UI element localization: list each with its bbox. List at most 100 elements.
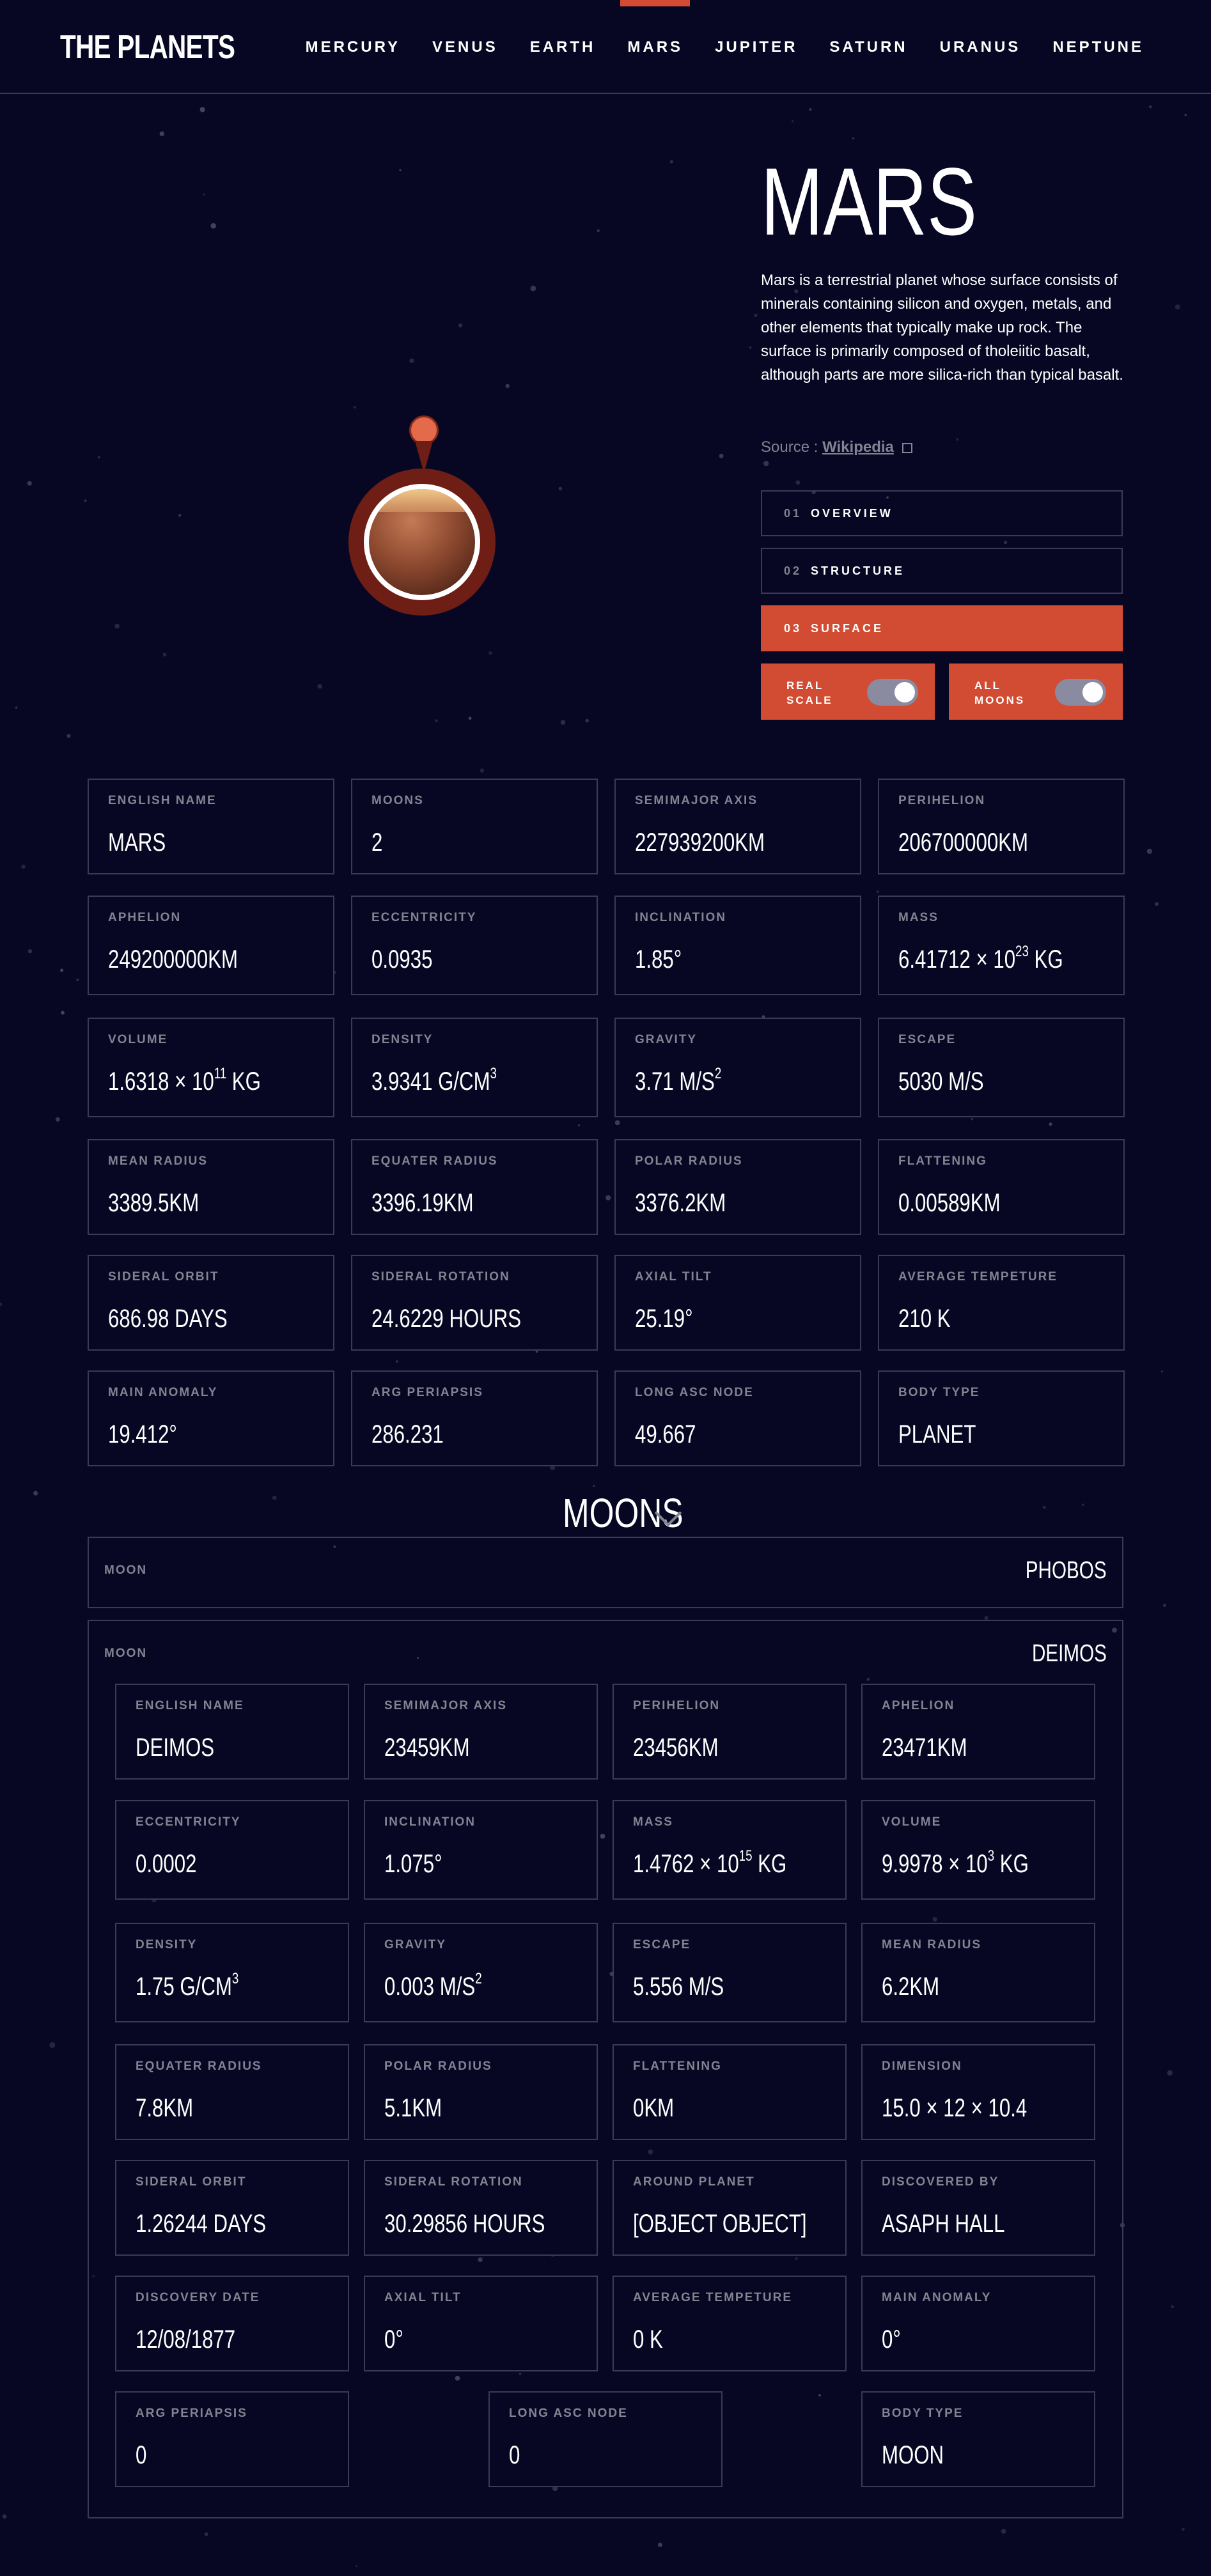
nav-item-mercury[interactable]: MERCURY	[290, 0, 416, 93]
stat-card: ECCENTRICITY 0.0002	[115, 1800, 349, 1900]
tab-number: 03	[784, 621, 802, 635]
all-moons-switch[interactable]	[1055, 679, 1106, 706]
stat-label: EQUATER RADIUS	[371, 1154, 498, 1168]
stat-card: BODY TYPE PLANET	[878, 1370, 1125, 1466]
stat-value: 0°	[882, 2324, 901, 2355]
nav-item-earth[interactable]: EARTH	[514, 0, 612, 93]
stat-card: FLATTENING 0KM	[613, 2044, 847, 2140]
external-link-icon[interactable]	[902, 442, 912, 453]
stat-value-main: 23471KM	[882, 1734, 967, 1762]
stat-card: SEMIMAJOR AXIS 23459KM	[364, 1684, 598, 1780]
nav-item-saturn[interactable]: SATURN	[813, 0, 923, 93]
stat-value-main: 0.00589KM	[898, 1189, 1001, 1217]
stat-value-main: 15.0 × 12 × 10.4	[882, 2094, 1027, 2122]
stat-exponent: 2	[475, 1970, 482, 1987]
stat-value-main: 30.29856 HOURS	[384, 2210, 545, 2238]
stat-label: APHELION	[882, 1699, 955, 1712]
stat-value-main: 24.6229 HOURS	[371, 1305, 522, 1333]
stat-label: MOONS	[371, 794, 424, 807]
real-scale-toggle[interactable]: REAL SCALE	[761, 663, 935, 720]
stat-value: ASAPH HALL	[882, 2208, 1004, 2239]
tab-surface[interactable]: 03 SURFACE	[761, 605, 1123, 651]
stat-label: GRAVITY	[635, 1033, 698, 1046]
stat-value-main: 25.19°	[635, 1305, 693, 1333]
stat-value: 0°	[384, 2324, 403, 2355]
stat-value-main: 3.9341 G/CM	[371, 1067, 490, 1096]
stat-label: ENGLISH NAME	[108, 794, 217, 807]
stat-value-main: 23459KM	[384, 1734, 470, 1762]
stat-value-main: 0.0002	[136, 1850, 197, 1878]
stat-card: DENSITY 3.9341 G/CM3	[351, 1018, 598, 1117]
real-scale-switch[interactable]	[867, 679, 918, 706]
stat-exponent: 3	[231, 1970, 239, 1987]
stat-card: AVERAGE TEMPETURE 210 K	[878, 1255, 1125, 1351]
stat-card: PERIHELION 23456KM	[613, 1684, 847, 1780]
stat-value-main: 7.8KM	[136, 2094, 194, 2122]
stat-value: 24.6229 HOURS	[371, 1303, 521, 1334]
stat-card: SIDERAL ORBIT 686.98 DAYS	[88, 1255, 334, 1351]
stat-card: MEAN RADIUS 6.2KM	[861, 1923, 1095, 2022]
stat-label: MAIN ANOMALY	[882, 2291, 992, 2304]
stat-value-main: 249200000KM	[108, 945, 238, 974]
stat-value-main: 3.71 M/S	[635, 1067, 715, 1096]
stat-value-main: 0°	[384, 2325, 403, 2354]
stat-value: 1.26244 DAYS	[136, 2208, 266, 2239]
stat-card: MEAN RADIUS 3389.5KM	[88, 1139, 334, 1235]
stat-value-main: 19.412°	[108, 1420, 177, 1448]
tab-number: 02	[784, 564, 802, 577]
tab-label: STRUCTURE	[811, 564, 905, 577]
nav-item-mars[interactable]: MARS	[611, 0, 699, 93]
source-label: Source :	[761, 438, 818, 456]
planet-surface-image	[348, 469, 496, 616]
stat-card: BODY TYPE MOON	[861, 2391, 1095, 2487]
stat-card: APHELION 23471KM	[861, 1684, 1095, 1780]
stat-card: VOLUME 1.6318 × 1011 KG	[88, 1018, 334, 1117]
stat-label: DISCOVERED BY	[882, 2175, 999, 2189]
stat-card: ECCENTRICITY 0.0935	[351, 896, 598, 995]
tab-overview[interactable]: 01 OVERVIEW	[761, 490, 1123, 536]
stat-value: DEIMOS	[136, 1732, 214, 1763]
stat-value: 9.9978 × 103 KG	[882, 1849, 1029, 1879]
stat-card: ENGLISH NAME DEIMOS	[115, 1684, 349, 1780]
stat-label: ARG PERIAPSIS	[136, 2407, 247, 2420]
stat-value: 5030 M/S	[898, 1066, 984, 1097]
stat-value-main: 49.667	[635, 1420, 696, 1448]
stat-card: APHELION 249200000KM	[88, 896, 334, 995]
nav-item-venus[interactable]: VENUS	[416, 0, 514, 93]
stat-value: 286.231	[371, 1419, 444, 1450]
all-moons-toggle[interactable]: ALL MOONS	[949, 663, 1123, 720]
nav-item-jupiter[interactable]: JUPITER	[699, 0, 813, 93]
stat-value-main: 1.075°	[384, 1850, 442, 1878]
stat-label: DISCOVERY DATE	[136, 2291, 260, 2304]
stat-value-main: 3396.19KM	[371, 1189, 474, 1217]
stat-card: ESCAPE 5030 M/S	[878, 1018, 1125, 1117]
stat-label: INCLINATION	[635, 911, 727, 924]
stat-card: EQUATER RADIUS 3396.19KM	[351, 1139, 598, 1235]
stat-card: POLAR RADIUS 5.1KM	[364, 2044, 598, 2140]
stat-card: MASS 6.41712 × 1023 KG	[878, 896, 1125, 995]
planet-nav: MERCURY VENUS EARTH MARS JUPITER SATURN URANUS…	[290, 0, 1160, 93]
stat-value: 3389.5KM	[108, 1188, 199, 1218]
nav-item-uranus[interactable]: URANUS	[924, 0, 1037, 93]
tab-structure[interactable]: 02 STRUCTURE	[761, 548, 1123, 594]
stat-card: AXIAL TILT 0°	[364, 2276, 598, 2371]
source-line: Source : Wikipedia	[761, 438, 912, 456]
stat-card: MAIN ANOMALY 19.412°	[88, 1370, 334, 1466]
site-logo[interactable]: THE PLANETS	[60, 28, 235, 66]
nav-item-neptune[interactable]: NEPTUNE	[1036, 0, 1160, 93]
stat-value: 30.29856 HOURS	[384, 2208, 545, 2239]
stat-label: SIDERAL ORBIT	[108, 1270, 219, 1284]
stat-value: 5.1KM	[384, 2093, 442, 2123]
stat-card: AVERAGE TEMPETURE 0 K	[613, 2276, 847, 2371]
stat-card: PERIHELION 206700000KM	[878, 779, 1125, 874]
stat-value: 23471KM	[882, 1732, 967, 1763]
stat-value-main: 6.2KM	[882, 1973, 940, 2001]
stat-value: 19.412°	[108, 1419, 177, 1450]
all-moons-label: ALL MOONS	[974, 679, 1026, 706]
stat-label: INCLINATION	[384, 1815, 476, 1829]
stat-value-main: MARS	[108, 828, 166, 857]
stat-value: 249200000KM	[108, 944, 238, 975]
stat-label: AXIAL TILT	[384, 2291, 462, 2304]
wikipedia-link[interactable]: Wikipedia	[822, 438, 894, 456]
moon-item-phobos[interactable]: MOON PHOBOS	[88, 1537, 1123, 1608]
